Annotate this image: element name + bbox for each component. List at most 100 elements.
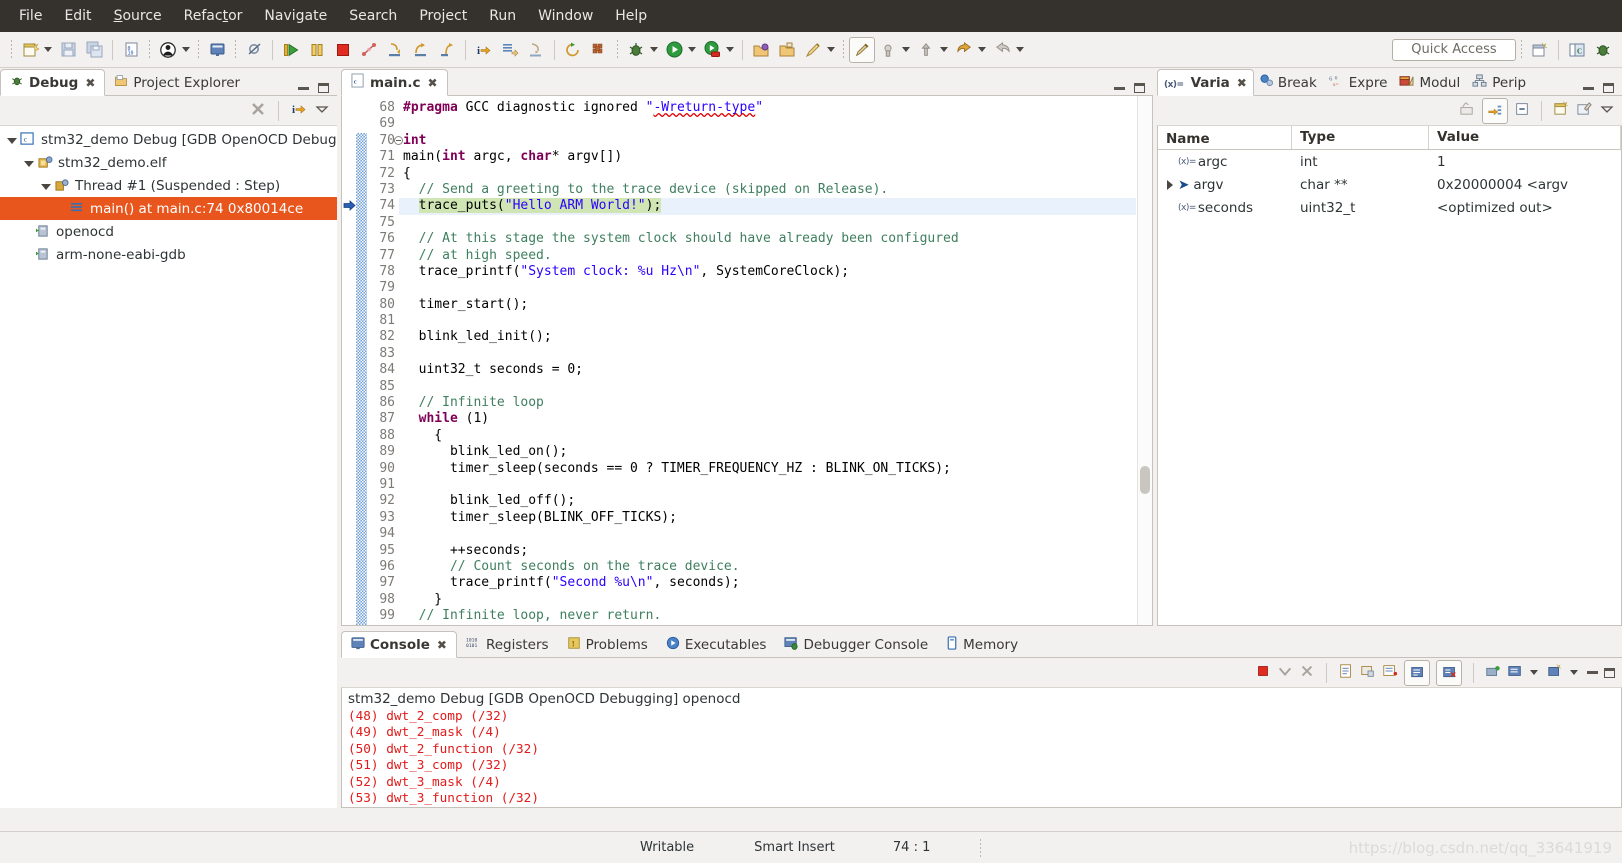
code-line[interactable]: blink_led_off(); [403,493,1136,509]
skip-breakpoints-icon[interactable] [241,37,267,63]
variable-value-cell[interactable]: 1 [1429,154,1621,170]
new-detail-pane-icon[interactable] [1553,100,1570,121]
editor-body[interactable]: 68 69 70 71 72 73 74 75 76 77 78 79 80 81 82 83 84 85 86 87… [341,96,1153,626]
clear-console-icon[interactable] [1338,663,1354,683]
code-line[interactable]: main(int argc, char* argv[]) [403,149,1136,165]
quick-access-input[interactable]: Quick Access [1392,38,1516,61]
variable-row[interactable]: ➤ argv char ** 0x20000004 <argv [1158,173,1621,196]
debug-dropdown-caret[interactable] [650,47,658,52]
variables-table[interactable]: Name Type Value (x)= argc int 1 ➤ argv char **… [1157,126,1622,626]
profile-icon[interactable] [699,37,725,63]
code-line[interactable]: uint32_t seconds = 0; [403,362,1136,378]
run-dropdown-caret[interactable] [688,47,696,52]
close-icon[interactable]: ✖ [1237,76,1247,90]
close-icon[interactable]: ✖ [437,638,447,652]
code-line[interactable]: trace_printf("System clock: %u Hz\n", Sy… [403,264,1136,280]
tab-break[interactable]: Break [1254,69,1323,96]
open-type-icon[interactable] [748,37,774,63]
tab-project-explorer[interactable]: Project Explorer [105,69,249,96]
previous-edit-icon[interactable] [913,37,939,63]
code-line[interactable] [403,116,1136,132]
chevron-right-icon[interactable] [1164,179,1176,191]
close-icon[interactable]: ✖ [85,76,95,90]
tab-debug[interactable]: Debug ✖ [0,69,106,96]
maximize-icon[interactable] [1134,83,1145,93]
menu-item-refactor[interactable]: Refactor [173,4,254,28]
code-line[interactable] [403,215,1136,231]
forward-icon[interactable] [989,37,1015,63]
column-header-value[interactable]: Value [1429,126,1621,149]
back-caret[interactable] [978,47,986,52]
open-resource-icon[interactable] [774,37,800,63]
maximize-icon[interactable] [1604,667,1615,678]
menu-item-run[interactable]: Run [478,4,527,28]
cpp-perspective-icon[interactable]: C [1564,37,1590,63]
code-line[interactable]: int [403,133,1136,149]
terminate-icon[interactable] [330,37,356,63]
close-icon[interactable]: ✖ [428,76,438,90]
word-wrap-icon[interactable] [1382,663,1398,683]
suspend-icon[interactable] [304,37,330,63]
minimize-icon[interactable] [1114,86,1125,90]
menu-item-window[interactable]: Window [527,4,604,28]
console-toggle-icon[interactable] [204,37,230,63]
code-line[interactable]: timer_sleep(BLINK_OFF_TICKS); [403,510,1136,526]
maximize-icon[interactable] [318,83,329,93]
variable-row[interactable]: (x)= argc int 1 [1158,150,1621,173]
terminate-icon[interactable] [1255,663,1271,683]
code-line[interactable]: timer_sleep(seconds == 0 ? TIMER_FREQUEN… [403,461,1136,477]
code-line[interactable]: // Count seconds on the trace device. [403,559,1136,575]
menu-item-help[interactable]: Help [604,4,658,28]
profile-dropdown-caret[interactable] [182,47,190,52]
debug-tree-item[interactable]: openocd [0,220,337,243]
debug-tree-item[interactable]: stm32_demo.elf [0,151,337,174]
user-profile-icon[interactable] [155,37,181,63]
new-dropdown-caret[interactable] [44,47,52,52]
pin-console-icon[interactable] [1436,659,1462,686]
scrollbar-thumb[interactable] [1140,466,1150,494]
search-icon[interactable] [800,37,826,63]
step-into-selection-icon[interactable] [523,37,549,63]
code-line[interactable] [403,477,1136,493]
code-line[interactable]: // Send a greeting to the trace device (… [403,182,1136,198]
debug-icon[interactable] [623,37,649,63]
debug-perspective-icon[interactable] [1590,37,1616,63]
menu-item-file[interactable]: File [8,4,53,28]
column-header-name[interactable]: Name [1158,126,1292,149]
code-line[interactable]: { [403,428,1136,444]
chevron-down-icon[interactable] [6,134,18,146]
step-return-icon[interactable] [434,37,460,63]
code-line[interactable]: #pragma GCC diagnostic ignored "-Wreturn… [403,100,1136,116]
instruction-stepping-icon[interactable]: i [471,37,497,63]
tab-main-c[interactable]: c main.c ✖ [341,69,448,96]
step-over-icon[interactable] [408,37,434,63]
menu-item-search[interactable]: Search [338,4,408,28]
instruction-stepping-icon[interactable]: i [290,100,308,122]
step-into-icon[interactable] [382,37,408,63]
variable-value-cell[interactable]: 0x20000004 <argv [1429,177,1621,193]
previous-edit-caret[interactable] [940,47,948,52]
undo-build-icon[interactable] [560,37,586,63]
profile-run-dropdown-caret[interactable] [726,47,734,52]
tab-modul[interactable]: Modul [1393,69,1466,96]
display-selected-caret[interactable] [1530,670,1538,675]
debug-tree-item[interactable]: arm-none-eabi-gdb [0,243,337,266]
open-console-caret[interactable] [1570,670,1578,675]
code-line[interactable]: blink_led_init(); [403,329,1136,345]
code-line[interactable]: blink_led_on(); [403,444,1136,460]
fold-collapse-icon[interactable] [394,135,403,145]
debug-tree[interactable]: c stm32_demo Debug [GDB OpenOCD Debuggin s… [0,126,337,808]
display-selected-console-icon[interactable] [1485,663,1501,683]
remove-all-terminated-icon[interactable] [1299,663,1315,683]
chevron-down-icon[interactable] [40,180,52,192]
code-line[interactable]: { [403,166,1136,182]
code-line[interactable]: // Infinite loop [403,395,1136,411]
editor-vertical-scrollbar[interactable] [1137,96,1152,625]
code-line[interactable]: // At this stage the system clock should… [403,231,1136,247]
scroll-lock-icon[interactable] [1360,663,1376,683]
horizontal-sash[interactable] [341,619,1622,625]
search-dropdown-caret[interactable] [827,47,835,52]
forward-caret[interactable] [1016,47,1024,52]
run-icon[interactable] [661,37,687,63]
annotation-icon[interactable] [849,36,875,63]
